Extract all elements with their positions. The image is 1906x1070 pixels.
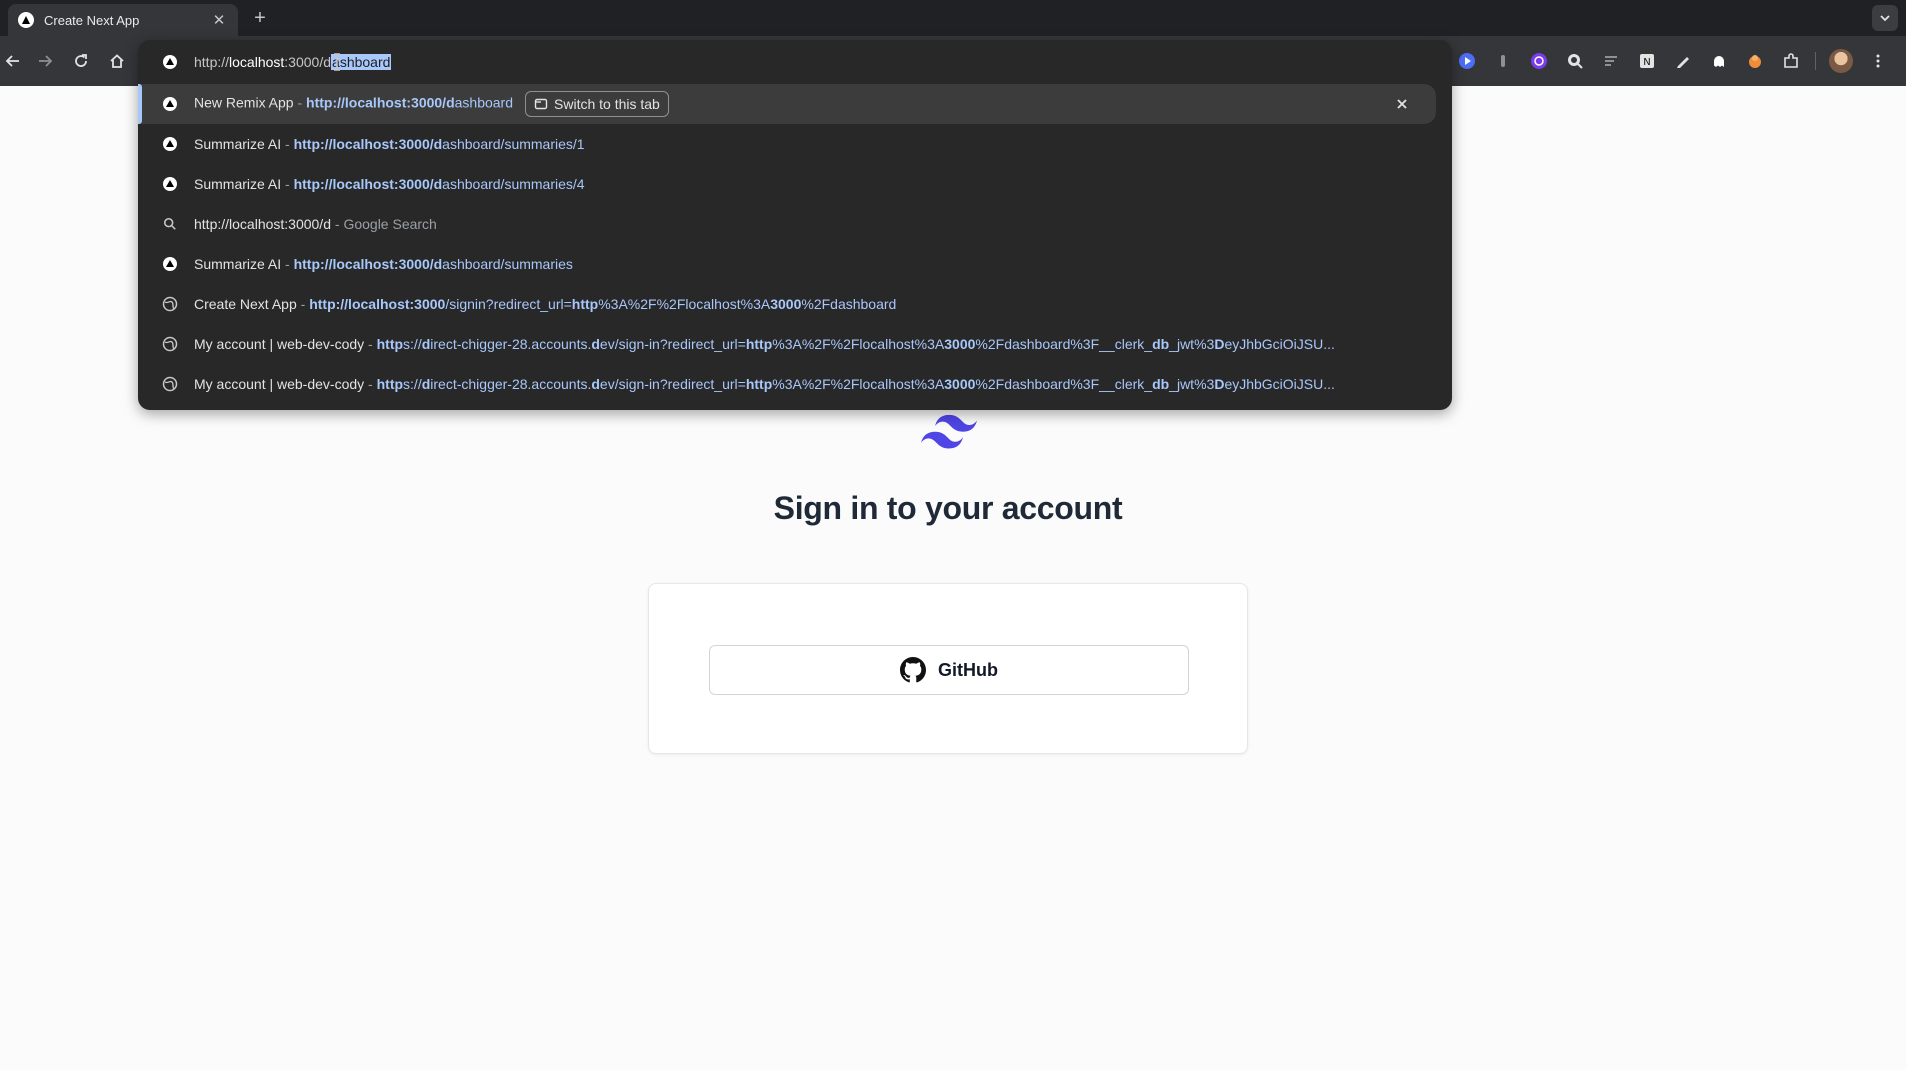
toolbar-divider [1815, 52, 1816, 70]
vercel-triangle-icon [162, 136, 178, 152]
more-vert-icon[interactable] [1866, 50, 1889, 73]
address-input[interactable]: http://localhost:3000/dashboard [194, 54, 392, 70]
puzzle-icon[interactable] [1779, 50, 1802, 73]
omnibox-suggestion[interactable]: Summarize AI - http://localhost:3000/das… [138, 124, 1452, 164]
close-icon[interactable]: ✕ [210, 11, 228, 29]
suggestion-url: http://localhost:3000/dashboard/summarie… [293, 136, 585, 152]
suggestion-url: http://localhost:3000/dashboard/summarie… [293, 256, 573, 272]
suggestion-url: http://localhost:3000/dashboard/summarie… [293, 176, 585, 192]
github-button-label: GitHub [938, 659, 998, 680]
suggestion-title: My account | web-dev-cody [194, 376, 365, 392]
page-title: Sign in to your account [773, 490, 1123, 526]
suggestion-separator: - [281, 136, 294, 152]
omnibox-suggestion[interactable]: Summarize AI - http://localhost:3000/das… [138, 164, 1452, 204]
ghost-icon[interactable] [1707, 50, 1730, 73]
suggestion-text: My account | web-dev-cody - https://dire… [194, 336, 1335, 352]
suggestion-title: New Remix App [194, 94, 294, 111]
remove-suggestion-close-icon[interactable] [1392, 94, 1412, 114]
switch-to-tab-button[interactable]: Switch to this tab [525, 91, 669, 117]
omnibox-suggestion[interactable]: New Remix App - http://localhost:3000/da… [138, 84, 1436, 124]
suggestion-separator: - [364, 376, 377, 392]
url-prefix: http:// [194, 54, 230, 70]
suggestion-separator: - [293, 94, 307, 111]
url-host: localhost [229, 54, 285, 70]
vercel-triangle-icon [162, 54, 178, 70]
tab-title: Create Next App [44, 12, 140, 28]
reload-icon[interactable] [68, 48, 94, 74]
tab-strip: Create Next App ✕ + [0, 0, 1906, 36]
vercel-triangle-icon [162, 256, 178, 272]
vercel-triangle-icon [162, 176, 178, 192]
suggestion-url: https://direct-chigger-28.accounts.dev/s… [376, 336, 1335, 352]
extensions-bar: N [1455, 47, 1889, 75]
extension-lens-icon[interactable] [1563, 50, 1586, 73]
tab-icon [534, 98, 548, 110]
suggestion-text: Summarize AI - http://localhost:3000/das… [194, 136, 585, 152]
globe-icon [162, 296, 178, 312]
chevron-down-icon[interactable] [1872, 5, 1898, 31]
pen-icon[interactable] [1671, 50, 1694, 73]
globe-icon [162, 336, 178, 352]
vercel-triangle-icon [18, 12, 34, 28]
avatar[interactable] [1829, 49, 1853, 73]
suggestion-url: http://localhost:3000/signin?redirect_ur… [309, 296, 897, 312]
back-arrow-icon[interactable] [0, 48, 26, 74]
address-bar[interactable]: http://localhost:3000/dashboard [138, 40, 1452, 84]
notion-icon[interactable]: N [1635, 50, 1658, 73]
omnibox-suggestion[interactable]: Create Next App - http://localhost:3000/… [138, 284, 1452, 324]
browser-tab[interactable]: Create Next App ✕ [8, 4, 238, 36]
suggestion-separator: - [296, 296, 310, 312]
tailwind-logo-icon [921, 414, 977, 449]
suggestion-text: http://localhost:3000/d - Google Search [194, 216, 437, 232]
home-icon[interactable] [104, 48, 130, 74]
omnibox-suggestion[interactable]: Summarize AI - http://localhost:3000/das… [138, 244, 1452, 284]
search-icon [162, 216, 178, 232]
suggestion-text: Summarize AI - http://localhost:3000/das… [194, 256, 573, 272]
suggestion-title: My account | web-dev-cody [194, 336, 365, 352]
suggestion-text: Summarize AI - http://localhost:3000/das… [194, 176, 585, 192]
suggestion-separator: - [331, 216, 344, 232]
suggestion-separator: - [281, 176, 294, 192]
omnibox-suggestion[interactable]: My account | web-dev-cody - https://dire… [138, 364, 1452, 404]
suggestion-suffix: Google Search [343, 216, 437, 232]
suggestion-title: Create Next App [194, 296, 297, 312]
suggestion-url: https://direct-chigger-28.accounts.dev/s… [376, 376, 1335, 392]
suggestion-separator: - [281, 256, 294, 272]
globe-icon [162, 376, 178, 392]
text-cursor-icon [334, 53, 340, 71]
suggestion-separator: - [364, 336, 377, 352]
suggestion-title: http://localhost:3000/d [194, 216, 331, 232]
suggestion-url: http://localhost:3000/dashboard [306, 94, 514, 111]
switch-to-tab-label: Switch to this tab [554, 96, 660, 112]
github-signin-button[interactable]: GitHub [709, 645, 1189, 695]
extension-dropper-icon[interactable] [1491, 50, 1514, 73]
sign-in-card: GitHub [648, 583, 1248, 754]
suggestion-text: New Remix App - http://localhost:3000/da… [194, 91, 669, 117]
suggestion-title: Summarize AI [194, 176, 282, 192]
suggestion-title: Summarize AI [194, 256, 282, 272]
extension-play-icon[interactable] [1455, 50, 1478, 73]
svg-text:N: N [1643, 57, 1650, 68]
suggestion-text: Create Next App - http://localhost:3000/… [194, 296, 896, 312]
extension-lines-icon[interactable] [1599, 50, 1622, 73]
plus-icon[interactable]: + [248, 6, 272, 30]
extension-fox-icon[interactable] [1743, 50, 1766, 73]
omnibox-suggestion[interactable]: My account | web-dev-cody - https://dire… [138, 324, 1452, 364]
forward-arrow-icon[interactable] [32, 48, 58, 74]
omnibox-suggestion[interactable]: http://localhost:3000/d - Google Search [138, 204, 1452, 244]
vercel-triangle-icon [162, 96, 178, 112]
suggestion-text: My account | web-dev-cody - https://dire… [194, 376, 1335, 392]
omnibox-dropdown: http://localhost:3000/dashboard New Remi… [138, 40, 1452, 410]
suggestion-title: Summarize AI [194, 136, 282, 152]
github-icon [900, 657, 926, 683]
extension-grid-icon[interactable] [1527, 50, 1550, 73]
url-port: :3000 [284, 54, 320, 70]
